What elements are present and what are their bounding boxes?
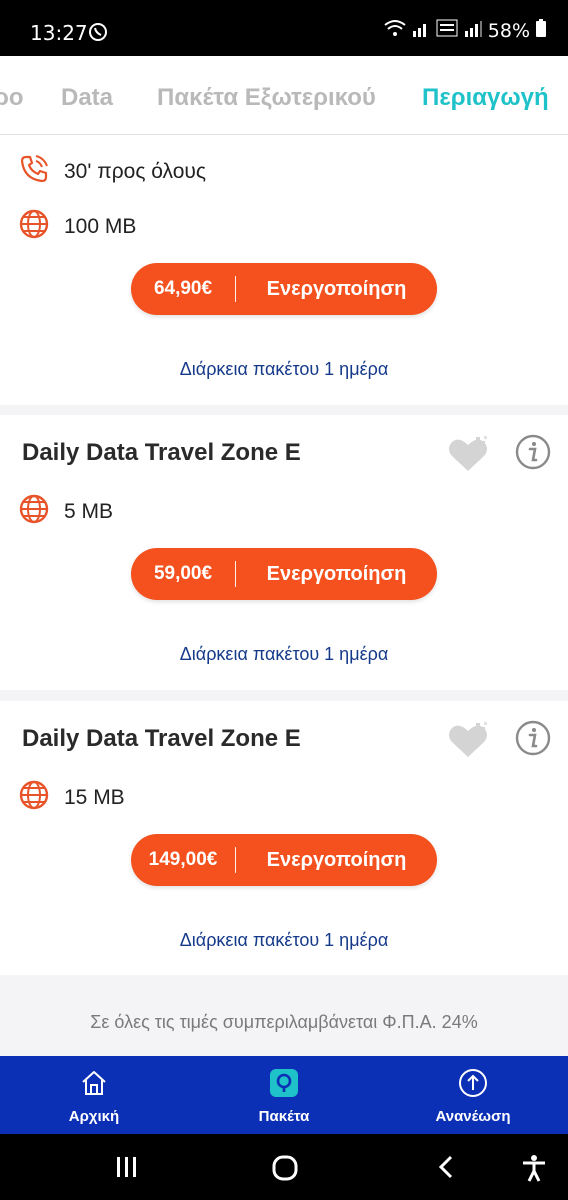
price-label: 149,00€ [148,849,218,870]
activate-button[interactable]: 59,00€ Ενεργοποίηση [131,548,437,600]
activate-button[interactable]: 64,90€ Ενεργοποίηση [131,263,437,315]
battery-percent: 58% [487,19,530,42]
favorite-heart-icon[interactable] [446,435,490,480]
viber-icon [88,22,108,47]
nav-label: Ανανέωση [435,1108,511,1125]
feature-text: 100 MB [64,215,137,238]
status-bar: 13:27 58% [0,0,568,56]
info-icon[interactable] [514,433,552,476]
home-icon [79,1071,109,1102]
feature-row: 15 MB [18,779,125,817]
signal-icon-2 [464,20,482,42]
package-card: 30' προς όλους 100 MB 64,90€ Ενεργοποίησ… [0,135,568,405]
back-icon[interactable] [434,1154,458,1185]
tab-roaming[interactable]: Περιαγωγή [422,84,549,112]
nav-home[interactable]: Αρχική [34,1068,154,1125]
packages-icon [269,1069,299,1102]
volte-icon [436,18,458,43]
signal-icon [412,20,430,42]
vat-footnote: Σε όλες τις τιμές συμπεριλαμβάνεται Φ.Π.… [90,1012,478,1032]
feature-row: 5 MB [18,493,113,531]
tab-packages-abroad[interactable]: Πακέτα Εξωτερικού [157,84,376,112]
activate-label: Ενεργοποίηση [266,277,407,300]
tab-previous[interactable]: ρο [0,84,24,112]
favorite-heart-icon[interactable] [446,721,490,766]
activate-label: Ενεργοποίηση [266,848,407,871]
globe-icon [18,779,50,817]
price-label: 64,90€ [153,278,213,299]
nav-packages[interactable]: Πακέτα [224,1068,344,1125]
activate-label: Ενεργοποίηση [266,562,407,585]
feature-text: 30' προς όλους [64,160,207,183]
feature-text: 5 MB [64,500,114,523]
nav-label: Αρχική [68,1108,120,1125]
feature-row: 30' προς όλους [18,153,206,191]
button-divider [235,847,236,873]
nav-label: Πακέτα [258,1108,310,1125]
wifi-icon [384,19,406,42]
home-button-icon[interactable] [271,1154,299,1187]
button-divider [235,561,236,587]
activate-button[interactable]: 149,00€ Ενεργοποίηση [131,834,437,886]
package-list: 30' προς όλους 100 MB 64,90€ Ενεργοποίησ… [0,135,568,1055]
nav-topup[interactable]: Ανανέωση [413,1068,533,1125]
topup-icon [458,1069,488,1102]
tab-data[interactable]: Data [61,84,113,112]
feature-row: 100 MB [18,208,136,246]
globe-icon [18,208,50,246]
status-time: 13:27 [30,21,88,45]
button-divider [235,276,236,302]
package-title: Daily Data Travel Zone E [22,725,301,752]
phone-icon [18,153,50,191]
globe-icon [18,493,50,531]
package-duration[interactable]: Διάρκεια πακέτου 1 ημέρα [0,359,568,380]
feature-text: 15 MB [64,786,125,809]
category-tabs: ρο Data Πακέτα Εξωτερικού Περιαγωγή [0,56,568,135]
package-duration[interactable]: Διάρκεια πακέτου 1 ημέρα [0,930,568,951]
status-indicators: 58% [384,18,546,43]
package-card: Daily Data Travel Zone E 5 MB 59,00€ Ενε… [0,415,568,690]
system-navigation-bar [0,1134,568,1200]
package-card: Daily Data Travel Zone E 15 MB 149,00€ Ε… [0,701,568,975]
price-label: 59,00€ [153,563,213,584]
recent-apps-icon[interactable] [114,1154,140,1185]
battery-icon [536,19,546,42]
info-icon[interactable] [514,719,552,762]
package-duration[interactable]: Διάρκεια πακέτου 1 ημέρα [0,644,568,665]
package-title: Daily Data Travel Zone E [22,439,301,466]
bottom-navigation: Αρχική Πακέτα Ανανέωση [0,1056,568,1134]
accessibility-icon[interactable] [520,1154,548,1187]
